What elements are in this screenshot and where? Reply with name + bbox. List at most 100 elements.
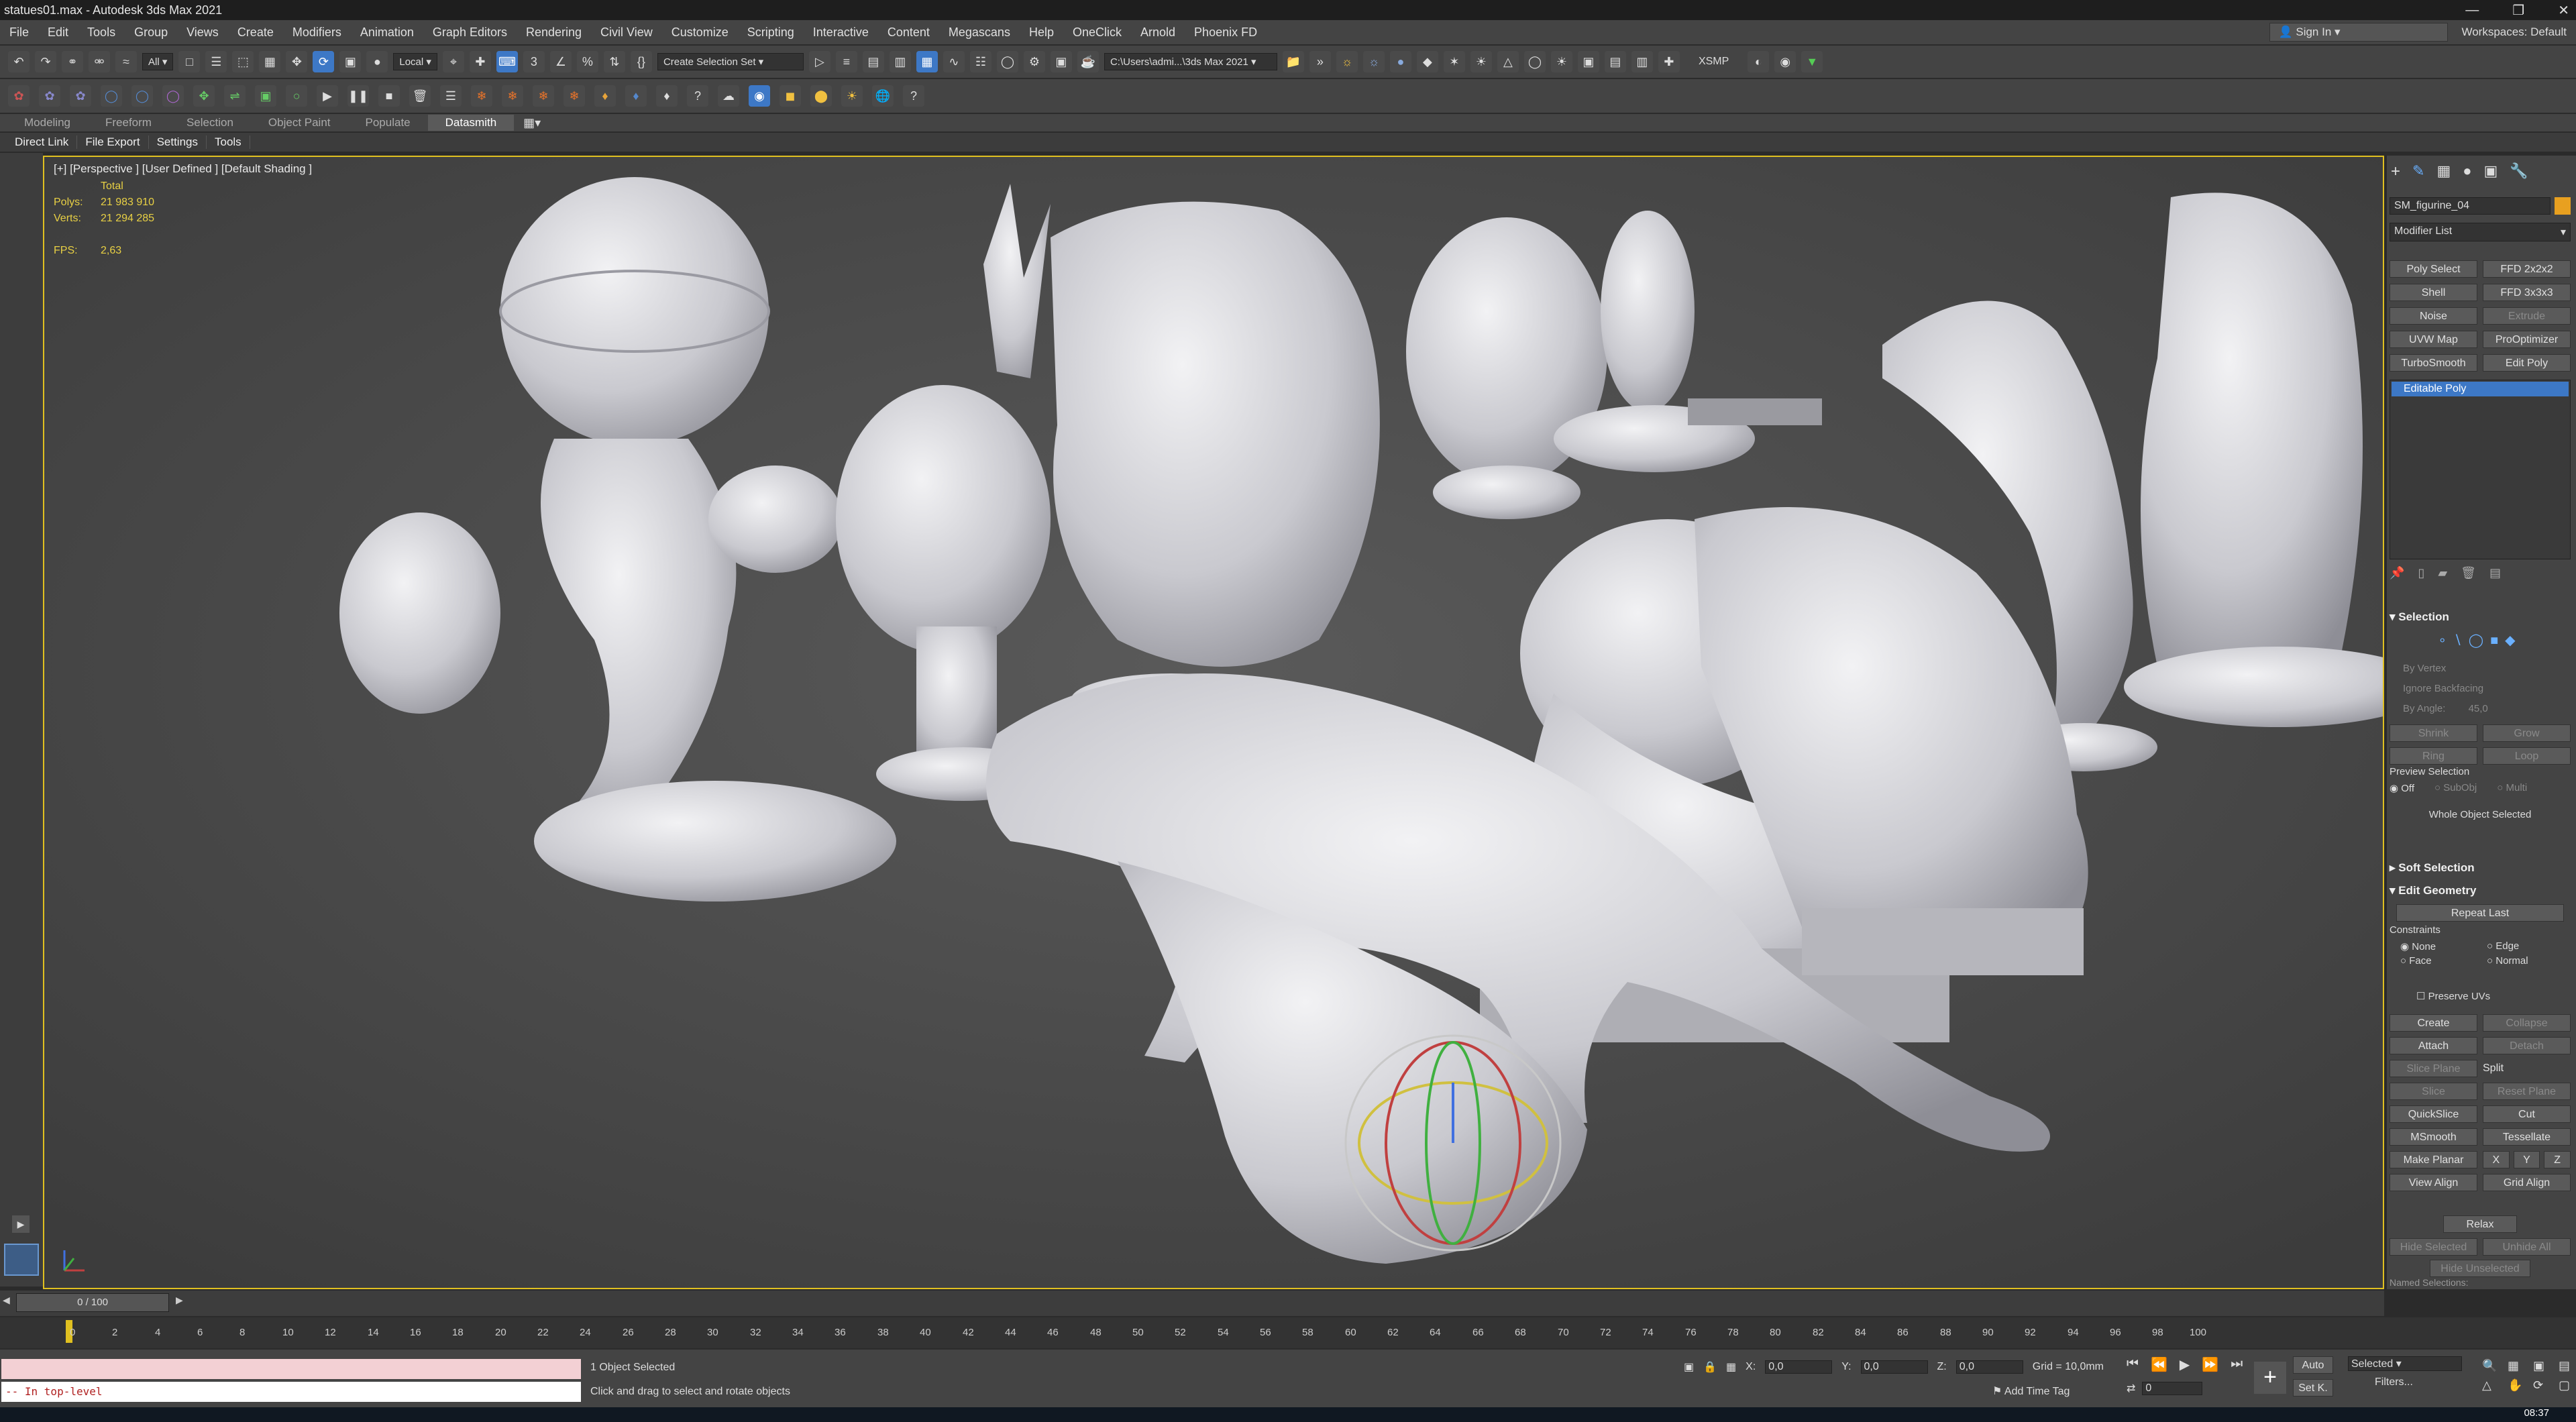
mirror-icon[interactable]: ▷ xyxy=(808,51,830,72)
noise-button[interactable]: Noise xyxy=(2390,307,2477,325)
menu-content[interactable]: Content xyxy=(878,25,939,40)
attach-button[interactable]: Attach xyxy=(2390,1037,2477,1054)
poly-select-button[interactable]: Poly Select xyxy=(2390,260,2477,278)
pivot-center-icon[interactable]: ⌖ xyxy=(442,51,464,72)
liquid-icon[interactable]: ♦ xyxy=(594,85,616,107)
spinner-snap-icon[interactable]: ⇅ xyxy=(603,51,625,72)
tool-i-icon[interactable]: ▣ xyxy=(255,85,276,107)
remove-modifier-icon[interactable]: 🗑 xyxy=(2461,566,2476,580)
tab-modeling[interactable]: Modeling xyxy=(7,115,88,131)
liquid-2-icon[interactable]: ♦ xyxy=(625,85,647,107)
edit-geometry-rollout-header[interactable]: ▾ Edit Geometry xyxy=(2390,884,2571,897)
menu-arnold[interactable]: Arnold xyxy=(1131,25,1185,40)
fire-icon[interactable]: ❄ xyxy=(471,85,492,107)
stack-item-editable-poly[interactable]: Editable Poly xyxy=(2392,382,2569,396)
grow-button[interactable]: Grow xyxy=(2483,724,2571,742)
time-next-icon[interactable]: ▶ xyxy=(176,1295,183,1306)
shrink-button[interactable]: Shrink xyxy=(2390,724,2477,742)
unlink-icon[interactable]: ⚮ xyxy=(89,51,110,72)
select-object-icon[interactable]: □ xyxy=(178,51,201,72)
menu-civil-view[interactable]: Civil View xyxy=(591,25,662,40)
close-icon[interactable]: ✕ xyxy=(2558,2,2569,19)
pause-icon[interactable]: ❚❚ xyxy=(347,85,369,107)
constraint-normal-radio[interactable]: ○ Normal xyxy=(2487,955,2571,967)
zoom-all-icon[interactable]: ▦ xyxy=(2508,1359,2528,1373)
fire-2-icon[interactable]: ❄ xyxy=(502,85,523,107)
planar-z-button[interactable]: Z xyxy=(2544,1151,2571,1168)
light-tool-5-icon[interactable]: ✶ xyxy=(1443,51,1465,72)
subtab-file-export[interactable]: File Export xyxy=(77,135,149,149)
split-checkbox[interactable]: Split xyxy=(2483,1060,2571,1077)
project-path-dropdown[interactable]: C:\Users\admi...\3ds Max 2021 ▾ xyxy=(1104,53,1277,70)
preview-multi-radio[interactable]: ○ Multi xyxy=(2497,782,2527,794)
preview-off-radio[interactable]: ◉ Off xyxy=(2390,782,2414,794)
current-frame-field[interactable]: 0 xyxy=(2142,1382,2203,1395)
restore-icon[interactable]: ❐ xyxy=(2512,2,2524,19)
subtab-direct-link[interactable]: Direct Link xyxy=(7,135,78,149)
modifier-list-dropdown[interactable]: Modifier List ▾ xyxy=(2390,223,2571,241)
more-icon[interactable]: » xyxy=(1309,51,1331,72)
delete-icon[interactable]: 🗑 xyxy=(409,85,431,107)
light-tool-3-icon[interactable]: ● xyxy=(1389,51,1411,72)
selection-rollout-header[interactable]: ▾ Selection xyxy=(2390,610,2571,624)
constraint-face-radio[interactable]: ○ Face xyxy=(2400,955,2484,967)
maxscript-output[interactable]: -- In top-level xyxy=(1,1382,581,1402)
tab-selection[interactable]: Selection xyxy=(169,115,251,131)
planar-y-button[interactable]: Y xyxy=(2513,1151,2540,1168)
z-coord-field[interactable]: 0,0 xyxy=(1955,1360,2023,1374)
make-planar-button[interactable]: Make Planar xyxy=(2390,1151,2477,1168)
tab-datasmith[interactable]: Datasmith xyxy=(427,115,515,131)
menu-animation[interactable]: Animation xyxy=(351,25,423,40)
view-align-button[interactable]: View Align xyxy=(2390,1174,2477,1191)
curve-editor-icon[interactable]: ∿ xyxy=(943,51,965,72)
subtab-tools[interactable]: Tools xyxy=(207,135,250,149)
unhide-all-button[interactable]: Unhide All xyxy=(2483,1238,2571,1256)
percent-snap-icon[interactable]: % xyxy=(576,51,598,72)
rotate-icon[interactable]: ⟳ xyxy=(313,51,335,72)
loop-button[interactable]: Loop xyxy=(2483,747,2571,765)
light-tool-4-icon[interactable]: ◆ xyxy=(1416,51,1438,72)
menu-megascans[interactable]: Megascans xyxy=(939,25,1020,40)
turbosmooth-button[interactable]: TurboSmooth xyxy=(2390,354,2477,372)
constraint-edge-radio[interactable]: ○ Edge xyxy=(2487,940,2571,952)
zoom-extents-all-icon[interactable]: ▤ xyxy=(2559,1359,2576,1373)
light-tool-icon[interactable]: ☼ xyxy=(1336,51,1358,72)
by-vertex-checkbox[interactable]: By Vertex xyxy=(2403,659,2571,679)
tool-b-icon[interactable]: ✿ xyxy=(39,85,60,107)
project-folder-icon[interactable]: 📁 xyxy=(1282,51,1304,72)
edit-poly-button[interactable]: Edit Poly xyxy=(2483,354,2571,372)
menu-edit[interactable]: Edit xyxy=(38,25,78,40)
menu-help[interactable]: Help xyxy=(1020,25,1063,40)
hierarchy-tab-icon[interactable]: ▦ xyxy=(2436,162,2451,181)
tool-g-icon[interactable]: ✥ xyxy=(193,85,215,107)
key-filter-icon[interactable]: + xyxy=(2254,1362,2286,1394)
menu-scripting[interactable]: Scripting xyxy=(738,25,804,40)
cut-button[interactable]: Cut xyxy=(2483,1105,2571,1123)
play-icon[interactable]: ▶ xyxy=(317,85,338,107)
move-icon[interactable]: ✥ xyxy=(286,51,308,72)
motion-tab-icon[interactable]: ● xyxy=(2463,162,2471,181)
next-frame-icon[interactable]: ⏩ xyxy=(2202,1356,2218,1373)
tool-f-icon[interactable]: ◯ xyxy=(162,85,184,107)
reset-plane-button[interactable]: Reset Plane xyxy=(2483,1083,2571,1100)
layout-icon[interactable]: ▣ xyxy=(1577,51,1599,72)
expand-arrow-icon[interactable]: ▶ xyxy=(12,1215,30,1233)
workspaces-dropdown[interactable]: Workspaces: Default xyxy=(2461,25,2567,39)
xsmp-tool-2-icon[interactable]: ◉ xyxy=(1774,51,1796,72)
time-config-icon[interactable]: ⇄ xyxy=(2127,1382,2135,1395)
selection-filter-dropdown[interactable]: All ▾ xyxy=(142,53,174,70)
quickslice-button[interactable]: QuickSlice xyxy=(2390,1105,2477,1123)
hide-unselected-button[interactable]: Hide Unselected xyxy=(2430,1260,2530,1277)
light-tool-7-icon[interactable]: △ xyxy=(1497,51,1519,72)
window-crossing-icon[interactable]: ▦ xyxy=(259,51,281,72)
rect-selection-icon[interactable]: ⬚ xyxy=(232,51,254,72)
previous-frame-icon[interactable]: ⏪ xyxy=(2151,1356,2167,1373)
material-editor-icon[interactable]: ◯ xyxy=(996,51,1018,72)
toggle-scene-explorer-icon[interactable]: ▥ xyxy=(889,51,911,72)
set-key-button[interactable]: Set K. xyxy=(2293,1379,2333,1397)
layout-3-icon[interactable]: ▥ xyxy=(1631,51,1653,72)
absolute-mode-icon[interactable]: ▦ xyxy=(1726,1360,1736,1374)
x-coord-field[interactable]: 0,0 xyxy=(1765,1360,1833,1374)
hide-selected-button[interactable]: Hide Selected xyxy=(2390,1238,2477,1256)
soft-selection-rollout-header[interactable]: ▸ Soft Selection xyxy=(2390,861,2571,875)
